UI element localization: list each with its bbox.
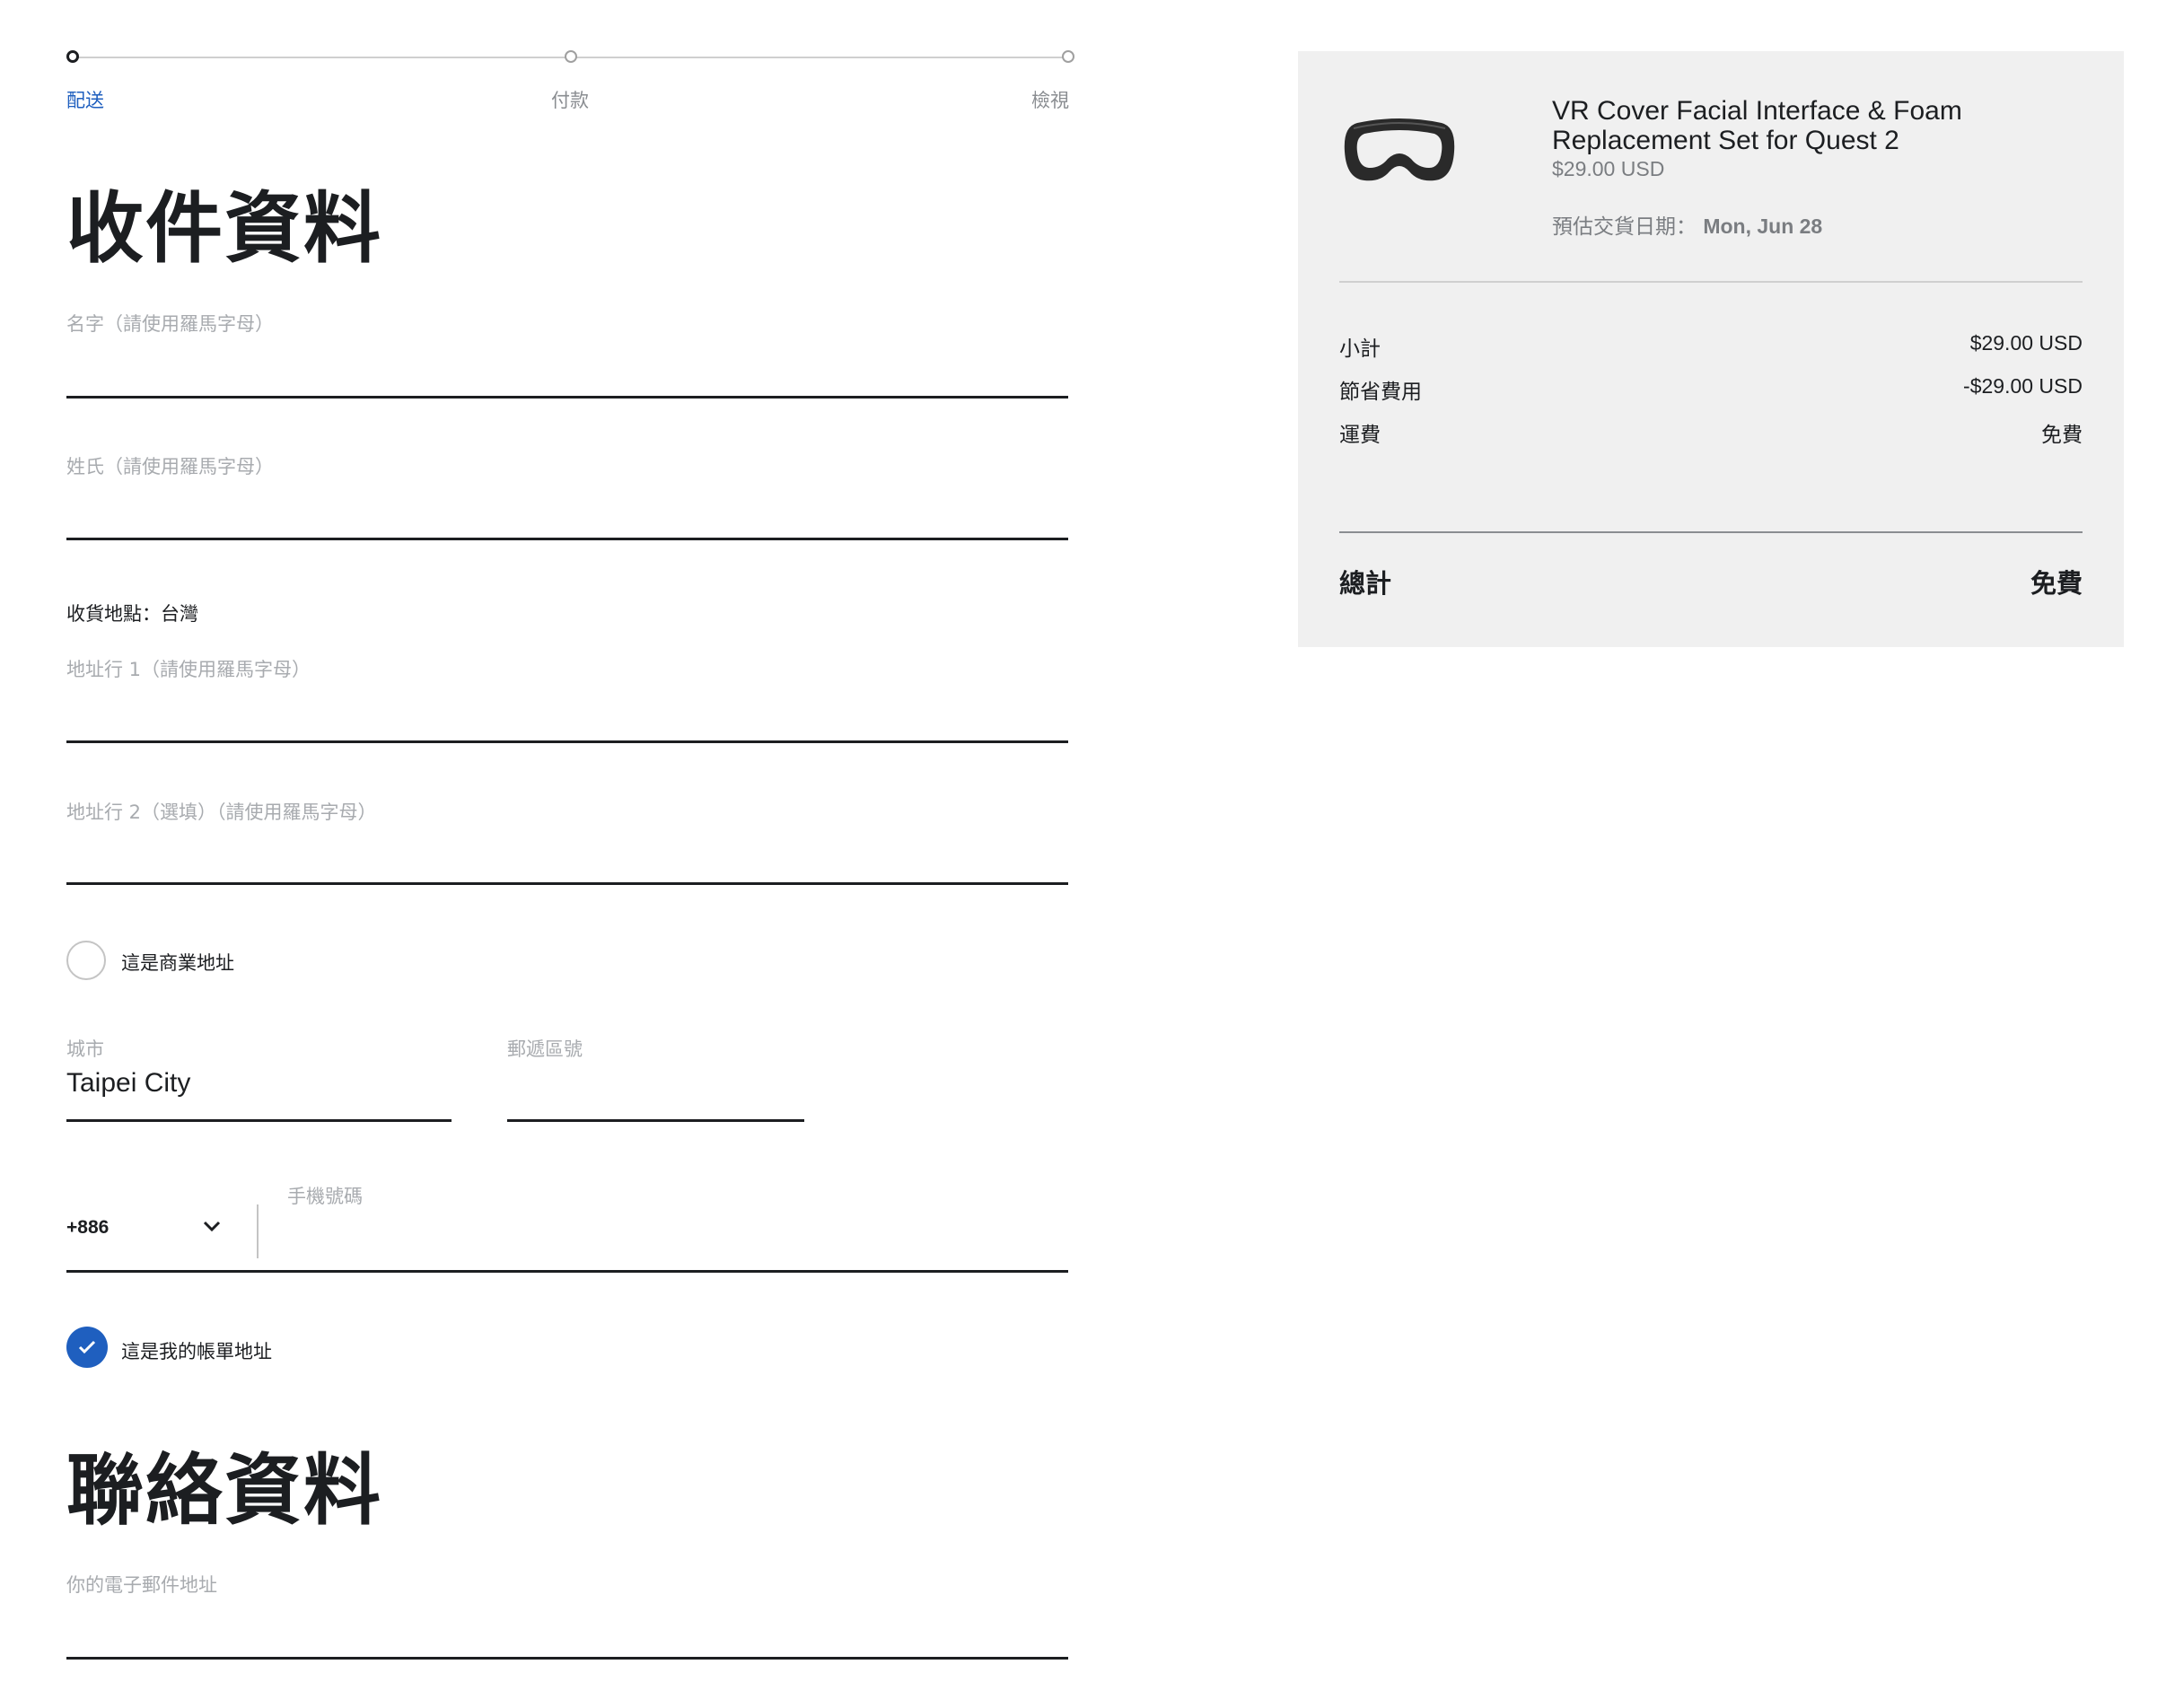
city-label: 城市: [66, 1038, 104, 1060]
savings-label: 節省費用: [1339, 381, 1422, 404]
total-label: 總計: [1339, 568, 1392, 599]
business-address-radio[interactable]: [66, 941, 106, 980]
subtotal-row: 小計 $29.00 USD: [1339, 331, 2083, 362]
delivery-estimate: 預估交貨日期： Mon, Jun 28: [1552, 209, 1822, 240]
step-label-review[interactable]: 檢視: [1031, 86, 1069, 113]
last-name-label: 姓氏（請使用羅馬字母）: [66, 456, 274, 477]
savings-row: 節省費用 -$29.00 USD: [1339, 374, 2083, 405]
subtotal-value: $29.00 USD: [1969, 331, 2083, 355]
address-line1-label: 地址行 1（請使用羅馬字母）: [66, 659, 311, 680]
step-dot-review: [1062, 50, 1074, 63]
city-underline: [66, 1119, 452, 1122]
shipping-value: 免費: [2041, 423, 2083, 446]
summary-divider-top: [1339, 281, 2083, 283]
contact-heading: 聯絡資料: [66, 1446, 382, 1536]
shipping-row: 運費 免費: [1339, 417, 2083, 448]
postal-code-underline: [507, 1119, 804, 1122]
first-name-label: 名字（請使用羅馬字母）: [66, 313, 274, 335]
subtotal-label: 小計: [1339, 337, 1381, 361]
shipping-label: 運費: [1339, 424, 1381, 447]
ship-to-country: 收貨地點：台灣: [66, 600, 198, 626]
step-label-payment[interactable]: 付款: [551, 86, 589, 113]
shipping-heading: 收件資料: [66, 184, 382, 274]
country-code-select[interactable]: +886: [66, 1217, 228, 1244]
address-line2-underline: [66, 882, 1068, 885]
total-value: 免費: [2030, 568, 2083, 599]
address-line1-underline: [66, 740, 1068, 743]
savings-value: -$29.00 USD: [1963, 374, 2083, 398]
summary-divider-bottom: [1339, 531, 2083, 533]
business-address-label: 這是商業地址: [121, 952, 234, 974]
delivery-date: Mon, Jun 28: [1703, 215, 1823, 238]
product-name-line1: VR Cover Facial Interface & Foam: [1552, 96, 1962, 126]
email-label: 你的電子郵件地址: [66, 1574, 217, 1596]
product-price: $29.00 USD: [1552, 157, 1665, 180]
product-name-line2: Replacement Set for Quest 2: [1552, 126, 1899, 155]
billing-address-checkbox[interactable]: [66, 1327, 108, 1368]
country-value: 台灣: [161, 603, 198, 625]
vr-facial-interface-icon: [1341, 116, 1458, 191]
billing-address-label: 這是我的帳單地址: [121, 1341, 272, 1362]
step-dot-payment: [565, 50, 577, 63]
email-underline: [66, 1657, 1068, 1660]
last-name-underline: [66, 538, 1068, 540]
delivery-label: 預估交貨日期：: [1552, 215, 1697, 239]
checkmark-icon: [78, 1340, 96, 1354]
product-name[interactable]: VR Cover Facial Interface & Foam Replace…: [1552, 96, 1962, 155]
phone-underline: [66, 1270, 1068, 1273]
order-summary-panel: VR Cover Facial Interface & Foam Replace…: [1298, 51, 2124, 647]
country-prefix: 收貨地點：: [66, 603, 161, 625]
step-label-shipping[interactable]: 配送: [66, 86, 104, 113]
phone-number-label: 手機號碼: [287, 1186, 363, 1207]
chevron-down-icon: [203, 1219, 221, 1236]
postal-code-label: 郵遞區號: [507, 1038, 583, 1060]
address-line2-label: 地址行 2（選填）（請使用羅馬字母）: [66, 801, 377, 823]
first-name-underline: [66, 396, 1068, 399]
country-code-value: +886: [66, 1217, 110, 1238]
phone-separator: [257, 1204, 259, 1258]
step-dot-shipping: [66, 50, 79, 63]
total-row: 總計 免費: [1339, 563, 2083, 600]
city-value: Taipei City: [66, 1068, 191, 1098]
